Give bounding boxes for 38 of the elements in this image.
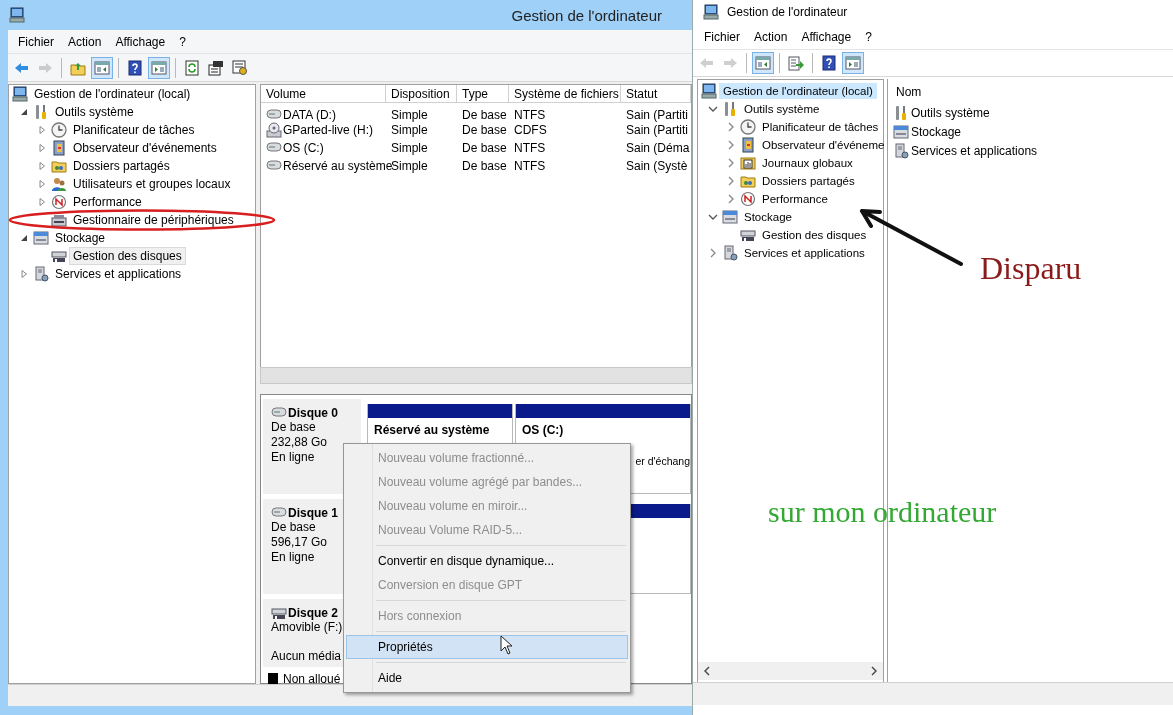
table-cell: De base	[462, 123, 507, 137]
table-cell: Simple	[391, 108, 428, 122]
disk-name: Disque 0	[288, 405, 338, 420]
table-cell: NTFS	[514, 159, 546, 173]
window-title: Gestion de l'ordinateur	[511, 6, 662, 24]
annotation-text: sur mon ordinateur	[768, 495, 997, 529]
disk-info: 232,88 Go	[271, 435, 329, 450]
table-cell: OS (C:)	[283, 141, 324, 155]
disk-name: Disque 1	[288, 505, 338, 520]
disk-name: Disque 2	[288, 605, 338, 620]
table-cell: Simple	[391, 141, 428, 155]
table-cell: De base	[462, 141, 507, 155]
table-cell: De base	[462, 159, 507, 173]
table-cell: Sain (Systè	[626, 159, 688, 173]
disk-info: Amovible (F:)	[271, 620, 344, 635]
table-cell: Réservé au système	[283, 159, 393, 173]
disk-info: En ligne	[271, 450, 316, 465]
partition-name: Réservé au système	[373, 422, 491, 437]
table-cell: Simple	[391, 123, 428, 137]
disk-info: Aucun média	[271, 649, 343, 664]
table-cell: Sain (Partiti	[626, 108, 689, 122]
legend-label: Non alloué	[283, 672, 341, 686]
disk-info: En ligne	[271, 550, 316, 565]
partition-name: OS (C:)	[521, 422, 565, 437]
disk-info: 596,17 Go	[271, 535, 329, 550]
table-cell: GParted-live (H:)	[283, 123, 374, 137]
annotation-text: Disparu	[980, 250, 1082, 287]
disk-info: De base	[271, 520, 317, 535]
window-title: Gestion de l'ordinateur	[727, 5, 848, 19]
disk-info: De base	[271, 420, 317, 435]
table-cell: CDFS	[514, 123, 547, 137]
table-cell: Sain (Déma	[626, 141, 690, 155]
table-cell: Sain (Partiti	[626, 123, 689, 137]
table-cell: DATA (D:)	[283, 108, 336, 122]
table-cell: De base	[462, 108, 507, 122]
table-cell: NTFS	[514, 108, 546, 122]
table-cell: NTFS	[514, 141, 546, 155]
table-cell: Simple	[391, 159, 428, 173]
